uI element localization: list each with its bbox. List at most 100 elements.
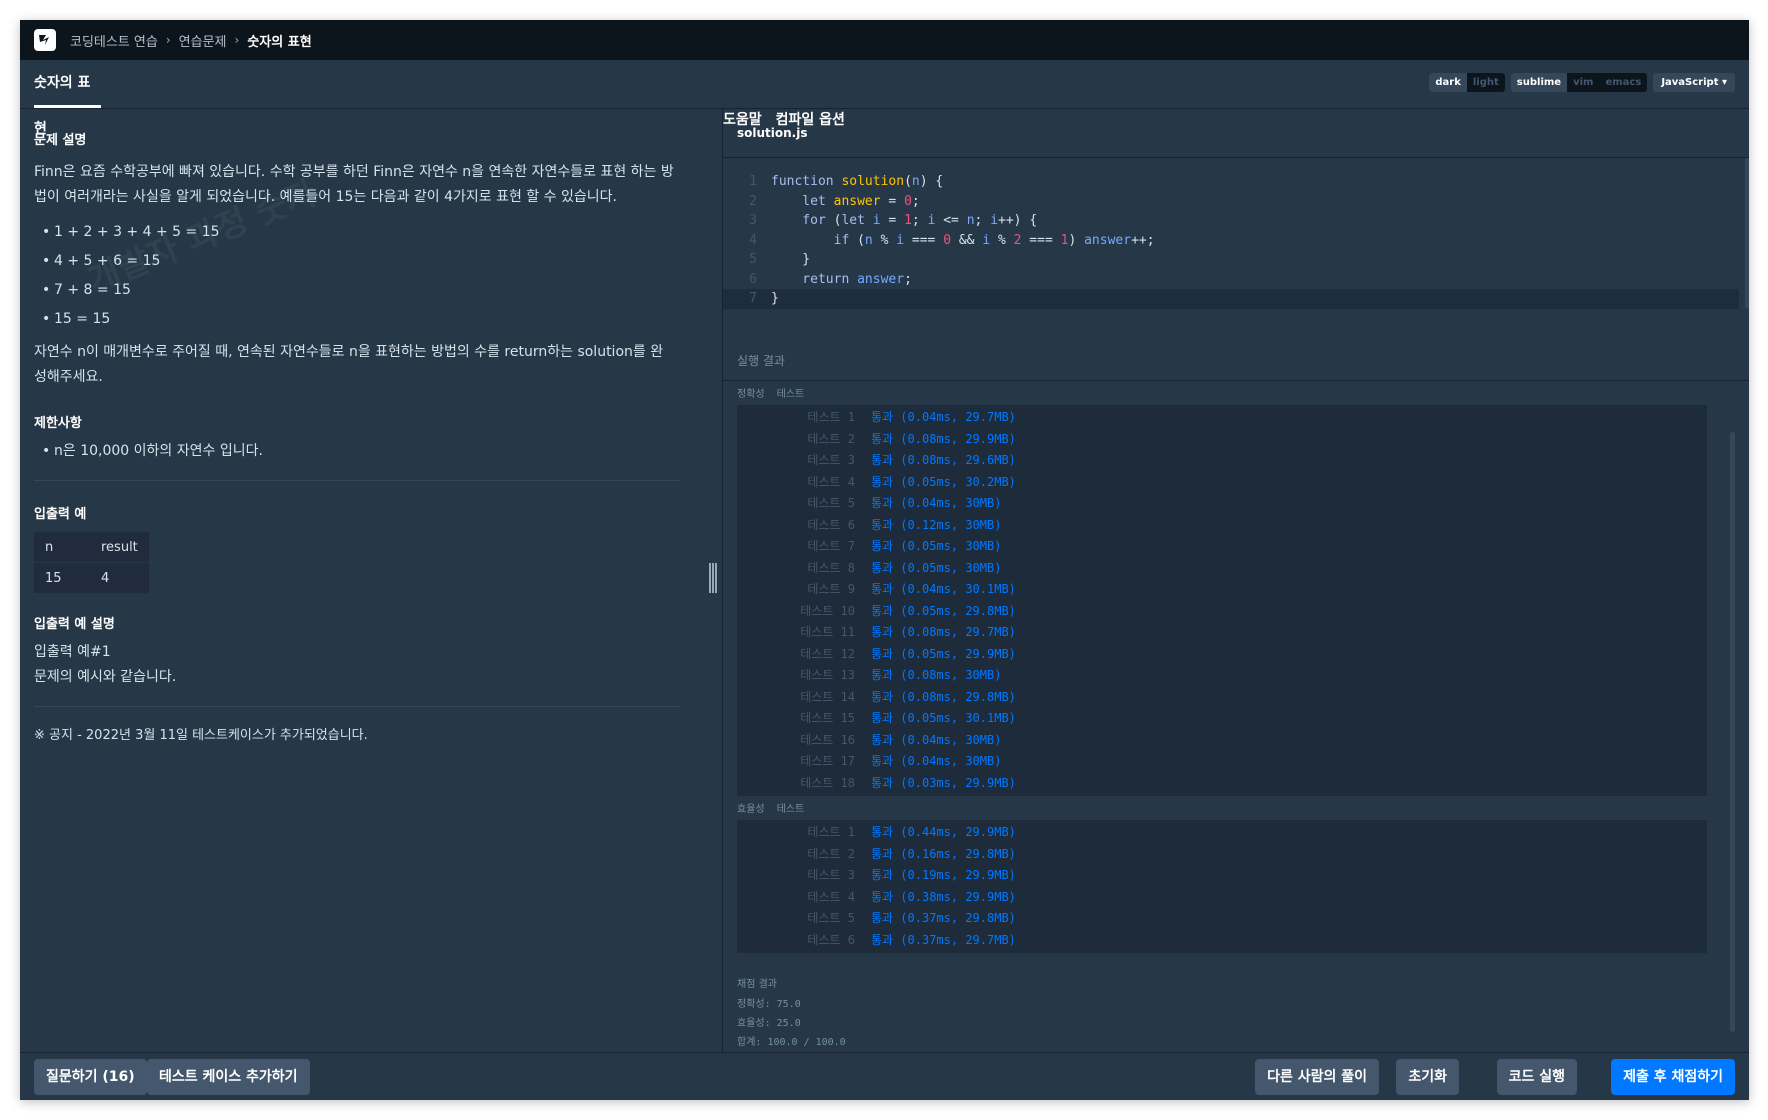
constraints-list: n은 10,000 이하의 자연수 입니다. bbox=[34, 437, 708, 466]
other-solutions-button[interactable]: 다른 사람의 풀이 bbox=[1255, 1059, 1379, 1095]
test-label: 테스트 17 bbox=[800, 754, 855, 768]
tab-problem-title[interactable]: 숫자의 표현 bbox=[34, 60, 101, 137]
test-result-row: 테스트 15 통과 (0.05ms, 30.1MB) bbox=[737, 708, 1707, 730]
grade-result: 채점 결과 정확성: 75.0 효율성: 25.0 합계: 100.0 / 10… bbox=[737, 975, 1707, 1052]
keymap-vim-option[interactable]: vim bbox=[1567, 73, 1599, 92]
caret-down-icon: ▾ bbox=[1721, 77, 1727, 88]
test-label: 테스트 11 bbox=[800, 625, 855, 639]
test-result-row: 테스트 1 통과 (0.04ms, 29.7MB) bbox=[737, 407, 1707, 429]
ask-question-button[interactable]: 질문하기 (16) bbox=[34, 1059, 147, 1095]
test-label: 테스트 1 bbox=[807, 825, 855, 839]
test-label: 테스트 6 bbox=[807, 517, 855, 532]
list-item: n은 10,000 이하의 자연수 입니다. bbox=[42, 437, 708, 466]
grade-accuracy: 정확성: 75.0 bbox=[737, 999, 801, 1010]
test-result-row: 테스트 18 통과 (0.03ms, 29.9MB) bbox=[737, 773, 1707, 795]
submit-button[interactable]: 제출 후 채점하기 bbox=[1611, 1059, 1735, 1095]
code-line: 6 return answer; bbox=[749, 271, 912, 287]
test-result: 통과 (0.37ms, 29.7MB) bbox=[871, 932, 1016, 947]
task-text: 자연수 n이 매개변수로 주어질 때, 연속된 자연수들로 n을 표현하는 방법… bbox=[34, 344, 664, 385]
test-label: 테스트 13 bbox=[800, 668, 855, 682]
io-explain-line: 입출력 예#1 bbox=[34, 644, 111, 660]
bottom-action-bar: 질문하기 (16) 테스트 케이스 추가하기 다른 사람의 풀이 초기화 코드 … bbox=[20, 1052, 1749, 1100]
test-result: 통과 (0.08ms, 29.9MB) bbox=[871, 431, 1016, 446]
list-item: 4 + 5 + 6 = 15 bbox=[42, 247, 708, 276]
test-result: 통과 (0.12ms, 30MB) bbox=[871, 517, 1002, 532]
io-example-table: n result 15 4 bbox=[34, 532, 149, 593]
editor-scrollbar[interactable] bbox=[1745, 158, 1749, 308]
theme-toggle: dark light bbox=[1429, 73, 1505, 92]
test-result: 통과 (0.04ms, 30MB) bbox=[871, 496, 1002, 510]
code-line: 4 if (n % i === 0 && i % 2 === 1) answer… bbox=[749, 232, 1155, 248]
problem-description-heading: 문제 설명 bbox=[34, 133, 87, 148]
test-label: 테스트 18 bbox=[800, 775, 855, 790]
file-name: solution.js bbox=[723, 109, 1749, 158]
test-result-row: 테스트 16 통과 (0.04ms, 30MB) bbox=[737, 730, 1707, 752]
test-result-row: 테스트 14 통과 (0.08ms, 29.8MB) bbox=[737, 687, 1707, 709]
test-result-row: 테스트 4 통과 (0.38ms, 29.9MB) bbox=[737, 887, 1707, 909]
editor-options: dark light sublime vim emacs JavaScript … bbox=[1429, 73, 1735, 92]
test-result: 통과 (0.08ms, 29.8MB) bbox=[871, 689, 1016, 704]
test-result-row: 테스트 12 통과 (0.05ms, 29.9MB) bbox=[737, 644, 1707, 666]
test-result: 통과 (0.04ms, 29.7MB) bbox=[871, 410, 1016, 424]
examples-list: 1 + 2 + 3 + 4 + 5 = 15 4 + 5 + 6 = 15 7 … bbox=[34, 218, 708, 334]
top-header: 코딩테스트 연습 › 연습문제 › 숫자의 표현 도움말 컴파일 옵션 bbox=[20, 20, 1749, 128]
breadcrumb-practice[interactable]: 연습문제 bbox=[179, 31, 227, 50]
list-item: 7 + 8 = 15 bbox=[42, 276, 708, 305]
test-result-row: 테스트 5 통과 (0.37ms, 29.8MB) bbox=[737, 908, 1707, 930]
test-result: 통과 (0.05ms, 29.8MB) bbox=[871, 603, 1016, 618]
run-code-button[interactable]: 코드 실행 bbox=[1496, 1059, 1577, 1095]
test-result: 통과 (0.08ms, 30MB) bbox=[871, 668, 1002, 682]
test-label: 테스트 1 bbox=[807, 410, 855, 424]
test-result: 통과 (0.08ms, 29.7MB) bbox=[871, 625, 1016, 639]
breadcrumb: 코딩테스트 연습 › 연습문제 › 숫자의 표현 bbox=[70, 31, 312, 50]
programmers-logo-icon[interactable] bbox=[34, 29, 56, 51]
grade-efficiency: 효율성: 25.0 bbox=[737, 1018, 801, 1029]
theme-light-option[interactable]: light bbox=[1467, 73, 1505, 92]
test-result: 통과 (0.03ms, 29.9MB) bbox=[871, 775, 1016, 790]
code-editor[interactable]: 1 function solution(n) { 2 let answer = 0… bbox=[723, 158, 1739, 318]
test-result-row: 테스트 2 통과 (0.08ms, 29.9MB) bbox=[737, 429, 1707, 451]
keymap-toggle: sublime vim emacs bbox=[1510, 73, 1648, 92]
efficiency-test-list: 테스트 1 통과 (0.44ms, 29.9MB) 테스트 2 통과 (0.16ms,… bbox=[737, 820, 1707, 953]
io-example-heading: 입출력 예 bbox=[34, 507, 87, 522]
theme-dark-option[interactable]: dark bbox=[1429, 73, 1467, 92]
test-label: 테스트 8 bbox=[807, 560, 855, 575]
test-result: 통과 (0.05ms, 30.2MB) bbox=[871, 474, 1016, 489]
test-label: 테스트 14 bbox=[800, 689, 855, 704]
efficiency-section-title: 효율성 테스트 bbox=[737, 800, 1707, 820]
test-label: 테스트 7 bbox=[807, 539, 855, 553]
accuracy-section-title: 정확성 테스트 bbox=[737, 385, 1707, 405]
chevron-right-icon: › bbox=[165, 33, 171, 47]
constraints-heading: 제한사항 bbox=[34, 416, 82, 431]
results-panel: 정확성 테스트 테스트 1 통과 (0.04ms, 29.7MB) 테스트 2 통과 (… bbox=[737, 385, 1707, 1048]
problem-pane: 개발자 과정 숫자 문제 설명 Finn은 요즘 수학공부에 빠져 있습니다. … bbox=[20, 109, 723, 1052]
test-result-row: 테스트 8 통과 (0.05ms, 30MB) bbox=[737, 558, 1707, 580]
add-testcase-button[interactable]: 테스트 케이스 추가하기 bbox=[147, 1059, 310, 1095]
test-result-row: 테스트 3 통과 (0.08ms, 29.6MB) bbox=[737, 450, 1707, 472]
code-line: 5 } bbox=[749, 252, 811, 267]
reset-button[interactable]: 초기화 bbox=[1396, 1059, 1459, 1095]
test-label: 테스트 5 bbox=[807, 496, 855, 510]
pane-splitter-handle[interactable] bbox=[709, 563, 717, 593]
test-result-row: 테스트 6 통과 (0.37ms, 29.7MB) bbox=[737, 930, 1707, 952]
test-label: 테스트 9 bbox=[807, 582, 855, 596]
editor-pane: solution.js 1 function solution(n) { 2 le… bbox=[723, 109, 1749, 1052]
test-label: 테스트 3 bbox=[807, 868, 855, 882]
test-result: 통과 (0.05ms, 29.9MB) bbox=[871, 646, 1016, 661]
accuracy-test-list: 테스트 1 통과 (0.04ms, 29.7MB) 테스트 2 통과 (0.08ms,… bbox=[737, 405, 1707, 796]
io-explain-line: 문제의 예시와 같습니다. bbox=[34, 669, 177, 685]
app-window: 코딩테스트 연습 › 연습문제 › 숫자의 표현 도움말 컴파일 옵션 숫자의 … bbox=[20, 20, 1749, 1100]
problem-description-text: Finn은 요즘 수학공부에 빠져 있습니다. 수학 공부를 하던 Finn은 … bbox=[34, 164, 674, 205]
io-explain-heading: 입출력 예 설명 bbox=[34, 617, 115, 632]
results-scrollbar[interactable] bbox=[1730, 432, 1735, 1032]
keymap-emacs-option[interactable]: emacs bbox=[1599, 73, 1647, 92]
keymap-sublime-option[interactable]: sublime bbox=[1510, 73, 1568, 92]
code-line: 3 for (let i = 1; i <= n; i ++) { bbox=[749, 213, 1038, 228]
grade-title: 채점 결과 bbox=[737, 979, 777, 990]
test-label: 테스트 12 bbox=[800, 646, 855, 661]
test-result-row: 테스트 5 통과 (0.04ms, 30MB) bbox=[737, 493, 1707, 515]
breadcrumb-coding-test[interactable]: 코딩테스트 연습 bbox=[70, 31, 158, 50]
language-select[interactable]: JavaScript ▾ bbox=[1653, 73, 1735, 92]
chevron-right-icon: › bbox=[234, 33, 240, 47]
test-result: 통과 (0.05ms, 30MB) bbox=[871, 539, 1002, 553]
